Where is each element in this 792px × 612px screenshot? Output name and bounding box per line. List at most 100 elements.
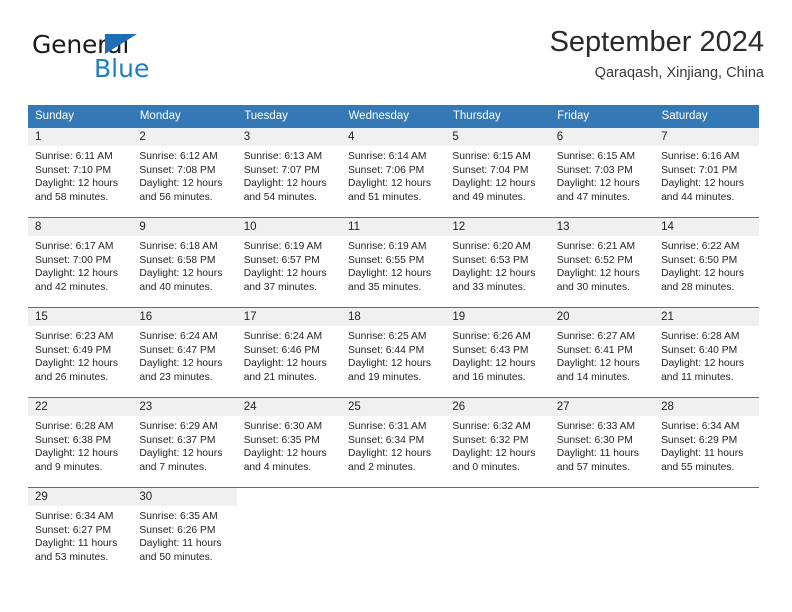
calendar-day-cell[interactable]: 10 Sunrise: 6:19 AM Sunset: 6:57 PM Dayligh…	[236, 217, 342, 308]
day-number: 11	[341, 218, 446, 236]
sunset-time: Sunset: 6:37 PM	[139, 434, 216, 446]
day-number: 4	[341, 128, 446, 146]
day-cell-inner: 13 Sunrise: 6:21 AM Sunset: 6:52 PM Dayligh…	[549, 218, 655, 307]
daylight-duration-line1: Daylight: 12 hours	[556, 358, 640, 370]
day-number	[654, 488, 759, 506]
sunrise-time: Sunrise: 6:15 AM	[556, 151, 636, 162]
calendar-day-cell[interactable]: 24 Sunrise: 6:30 AM Sunset: 6:35 PM Dayligh…	[236, 397, 342, 488]
calendar-day-cell[interactable]: 4 Sunrise: 6:14 AM Sunset: 7:06 PM Daylight…	[341, 127, 446, 218]
day-cell-inner: 21 Sunrise: 6:28 AM Sunset: 6:40 PM Dayligh…	[654, 308, 759, 397]
calendar-cell-empty	[341, 487, 446, 578]
calendar-day-cell[interactable]: 6 Sunrise: 6:15 AM Sunset: 7:03 PM Daylight…	[549, 127, 655, 218]
day-details: Sunrise: 6:28 AM Sunset: 6:40 PM Daylight:…	[654, 326, 758, 384]
calendar-day-cell[interactable]: 8 Sunrise: 6:17 AM Sunset: 7:00 PM Daylight…	[28, 217, 133, 308]
calendar-day-cell[interactable]: 20 Sunrise: 6:27 AM Sunset: 6:41 PM Dayligh…	[549, 307, 655, 398]
sunrise-time: Sunrise: 6:13 AM	[243, 151, 323, 162]
sunset-time: Sunset: 6:46 PM	[243, 344, 320, 356]
weekday-header-thursday: Thursday	[445, 105, 551, 128]
calendar-day-cell[interactable]: 17 Sunrise: 6:24 AM Sunset: 6:46 PM Dayligh…	[236, 307, 342, 398]
daylight-duration-line2: and 21 minutes.	[243, 371, 317, 383]
calendar-day-cell[interactable]: 2 Sunrise: 6:12 AM Sunset: 7:08 PM Daylight…	[132, 127, 237, 218]
sunset-time: Sunset: 7:04 PM	[452, 164, 529, 176]
day-number: 5	[445, 128, 550, 146]
day-number: 23	[132, 398, 237, 416]
calendar-day-cell[interactable]: 27 Sunrise: 6:33 AM Sunset: 6:30 PM Dayligh…	[549, 397, 655, 488]
calendar-day-cell[interactable]: 7 Sunrise: 6:16 AM Sunset: 7:01 PM Daylight…	[654, 127, 759, 218]
day-number: 28	[654, 398, 759, 416]
calendar-cell-empty	[654, 487, 759, 578]
day-cell-inner: 24 Sunrise: 6:30 AM Sunset: 6:35 PM Dayligh…	[236, 398, 342, 487]
day-details: Sunrise: 6:18 AM Sunset: 6:58 PM Daylight:…	[132, 236, 236, 294]
daylight-duration-line1: Daylight: 12 hours	[556, 268, 640, 280]
weekday-header-friday: Friday	[549, 105, 655, 128]
weekday-header-wednesday: Wednesday	[341, 105, 446, 128]
sunrise-time: Sunrise: 6:18 AM	[139, 241, 218, 252]
title-block: September 2024 Qaraqash, Xinjiang, China	[550, 26, 764, 82]
calendar-day-cell[interactable]: 18 Sunrise: 6:25 AM Sunset: 6:44 PM Dayligh…	[341, 307, 446, 398]
calendar-day-cell[interactable]: 30 Sunrise: 6:35 AM Sunset: 6:26 PM Dayligh…	[132, 487, 237, 578]
calendar-day-cell[interactable]: 26 Sunrise: 6:32 AM Sunset: 6:32 PM Dayligh…	[445, 397, 550, 488]
calendar-day-cell[interactable]: 1 Sunrise: 6:11 AM Sunset: 7:10 PM Daylight…	[28, 127, 133, 218]
day-details: Sunrise: 6:15 AM Sunset: 7:04 PM Daylight:…	[445, 146, 549, 204]
day-number: 9	[132, 218, 237, 236]
day-details: Sunrise: 6:15 AM Sunset: 7:03 PM Daylight:…	[550, 146, 654, 204]
sunset-time: Sunset: 6:35 PM	[243, 434, 320, 446]
day-details: Sunrise: 6:19 AM Sunset: 6:57 PM Daylight:…	[237, 236, 341, 294]
day-number: 7	[654, 128, 759, 146]
daylight-duration-line1: Daylight: 11 hours	[35, 538, 118, 550]
calendar-day-cell[interactable]: 16 Sunrise: 6:24 AM Sunset: 6:47 PM Dayligh…	[132, 307, 237, 398]
calendar-week-row: 8 Sunrise: 6:17 AM Sunset: 7:00 PM Daylight…	[28, 217, 759, 308]
daylight-duration-line2: and 14 minutes.	[556, 371, 630, 383]
day-number: 8	[28, 218, 133, 236]
brand-logo[interactable]: General Blue	[32, 32, 252, 88]
calendar-week-row: 15 Sunrise: 6:23 AM Sunset: 6:49 PM Dayligh…	[28, 307, 759, 398]
sunset-time: Sunset: 6:47 PM	[139, 344, 216, 356]
calendar-day-cell[interactable]: 11 Sunrise: 6:19 AM Sunset: 6:55 PM Dayligh…	[341, 217, 446, 308]
sunrise-time: Sunrise: 6:21 AM	[556, 241, 636, 252]
calendar-day-cell[interactable]: 3 Sunrise: 6:13 AM Sunset: 7:07 PM Daylight…	[236, 127, 342, 218]
sunset-time: Sunset: 6:38 PM	[35, 434, 112, 446]
daylight-duration-line2: and 26 minutes.	[35, 371, 109, 383]
calendar-day-cell[interactable]: 28 Sunrise: 6:34 AM Sunset: 6:29 PM Dayligh…	[654, 397, 759, 488]
calendar-day-cell[interactable]: 14 Sunrise: 6:22 AM Sunset: 6:50 PM Dayligh…	[654, 217, 759, 308]
day-number: 22	[28, 398, 133, 416]
calendar-day-cell[interactable]: 25 Sunrise: 6:31 AM Sunset: 6:34 PM Dayligh…	[341, 397, 446, 488]
day-details: Sunrise: 6:27 AM Sunset: 6:41 PM Daylight:…	[550, 326, 654, 384]
day-number: 14	[654, 218, 759, 236]
sunset-time: Sunset: 6:50 PM	[661, 254, 738, 266]
sunset-time: Sunset: 6:41 PM	[556, 344, 633, 356]
calendar-day-cell[interactable]: 9 Sunrise: 6:18 AM Sunset: 6:58 PM Daylight…	[132, 217, 237, 308]
calendar-day-cell[interactable]: 13 Sunrise: 6:21 AM Sunset: 6:52 PM Dayligh…	[549, 217, 655, 308]
daylight-duration-line2: and 50 minutes.	[139, 551, 213, 563]
day-number: 2	[132, 128, 237, 146]
daylight-duration-line1: Daylight: 12 hours	[661, 268, 745, 280]
calendar-cell-empty	[549, 487, 655, 578]
day-cell-inner: 26 Sunrise: 6:32 AM Sunset: 6:32 PM Dayligh…	[445, 398, 550, 487]
calendar-day-cell[interactable]: 12 Sunrise: 6:20 AM Sunset: 6:53 PM Dayligh…	[445, 217, 550, 308]
calendar-day-cell[interactable]: 19 Sunrise: 6:26 AM Sunset: 6:43 PM Dayligh…	[445, 307, 550, 398]
sunrise-time: Sunrise: 6:20 AM	[452, 241, 531, 252]
sunset-time: Sunset: 7:06 PM	[348, 164, 425, 176]
day-details: Sunrise: 6:21 AM Sunset: 6:52 PM Daylight:…	[550, 236, 654, 294]
sunrise-sunset-calendar: Sunday Monday Tuesday Wednesday Thursday…	[28, 105, 760, 578]
calendar-day-cell[interactable]: 21 Sunrise: 6:28 AM Sunset: 6:40 PM Dayligh…	[654, 307, 759, 398]
day-number	[341, 488, 446, 506]
day-number: 19	[445, 308, 550, 326]
calendar-day-cell[interactable]: 5 Sunrise: 6:15 AM Sunset: 7:04 PM Daylight…	[445, 127, 550, 218]
calendar-day-cell[interactable]: 15 Sunrise: 6:23 AM Sunset: 6:49 PM Dayligh…	[28, 307, 133, 398]
day-details	[445, 506, 549, 510]
daylight-duration-line2: and 54 minutes.	[243, 191, 317, 203]
sunrise-time: Sunrise: 6:22 AM	[661, 241, 740, 252]
day-cell-inner: 22 Sunrise: 6:28 AM Sunset: 6:38 PM Dayligh…	[28, 398, 133, 487]
day-details: Sunrise: 6:32 AM Sunset: 6:32 PM Daylight:…	[445, 416, 549, 474]
calendar-day-cell[interactable]: 29 Sunrise: 6:34 AM Sunset: 6:27 PM Dayligh…	[28, 487, 133, 578]
calendar-day-cell[interactable]: 22 Sunrise: 6:28 AM Sunset: 6:38 PM Dayligh…	[28, 397, 133, 488]
calendar-day-cell[interactable]: 23 Sunrise: 6:29 AM Sunset: 6:37 PM Dayligh…	[132, 397, 237, 488]
sunset-time: Sunset: 6:30 PM	[556, 434, 633, 446]
day-details: Sunrise: 6:35 AM Sunset: 6:26 PM Daylight:…	[132, 506, 236, 564]
sunrise-time: Sunrise: 6:23 AM	[35, 331, 114, 342]
sunset-time: Sunset: 6:53 PM	[452, 254, 529, 266]
calendar-week-row: 22 Sunrise: 6:28 AM Sunset: 6:38 PM Dayligh…	[28, 397, 759, 488]
daylight-duration-line2: and 53 minutes.	[35, 551, 109, 563]
calendar-header-row: Sunday Monday Tuesday Wednesday Thursday…	[28, 105, 760, 128]
